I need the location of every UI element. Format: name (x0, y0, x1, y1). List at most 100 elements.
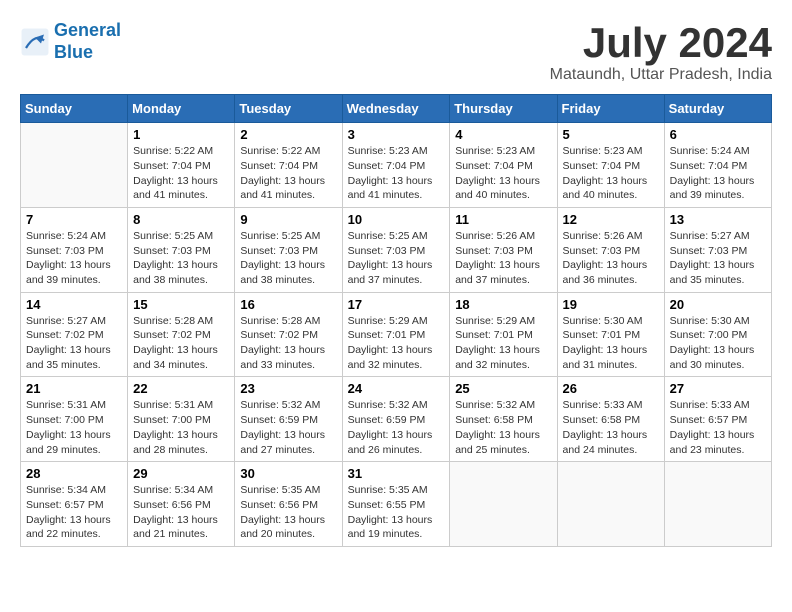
day-info: Sunrise: 5:28 AM Sunset: 7:02 PM Dayligh… (133, 314, 229, 373)
header-monday: Monday (128, 95, 235, 123)
day-number: 21 (26, 381, 122, 396)
day-info: Sunrise: 5:25 AM Sunset: 7:03 PM Dayligh… (133, 229, 229, 288)
calendar-cell: 17 Sunrise: 5:29 AM Sunset: 7:01 PM Dayli… (342, 292, 450, 377)
day-info: Sunrise: 5:32 AM Sunset: 6:59 PM Dayligh… (240, 398, 336, 457)
calendar-week-4: 21 Sunrise: 5:31 AM Sunset: 7:00 PM Dayli… (21, 377, 772, 462)
day-number: 6 (670, 127, 766, 142)
day-number: 20 (670, 297, 766, 312)
day-info: Sunrise: 5:34 AM Sunset: 6:56 PM Dayligh… (133, 483, 229, 542)
day-number: 31 (348, 466, 445, 481)
day-info: Sunrise: 5:35 AM Sunset: 6:55 PM Dayligh… (348, 483, 445, 542)
calendar-cell: 4Sunrise: 5:23 AM Sunset: 7:04 PM Daylig… (450, 123, 557, 208)
calendar-cell: 13Sunrise: 5:27 AM Sunset: 7:03 PM Dayli… (664, 207, 771, 292)
calendar-cell: 14Sunrise: 5:27 AM Sunset: 7:02 PM Dayli… (21, 292, 128, 377)
day-info: Sunrise: 5:34 AM Sunset: 6:57 PM Dayligh… (26, 483, 122, 542)
day-number: 4 (455, 127, 551, 142)
day-info: Sunrise: 5:27 AM Sunset: 7:02 PM Dayligh… (26, 314, 122, 373)
calendar-cell: 12Sunrise: 5:26 AM Sunset: 7:03 PM Dayli… (557, 207, 664, 292)
calendar-cell: 5 Sunrise: 5:23 AM Sunset: 7:04 PM Daylig… (557, 123, 664, 208)
calendar-cell: 27 Sunrise: 5:33 AM Sunset: 6:57 PM Dayli… (664, 377, 771, 462)
calendar-cell: 20 Sunrise: 5:30 AM Sunset: 7:00 PM Dayli… (664, 292, 771, 377)
day-number: 29 (133, 466, 229, 481)
calendar-cell: 24 Sunrise: 5:32 AM Sunset: 6:59 PM Dayli… (342, 377, 450, 462)
logo-text: General Blue (54, 20, 121, 63)
header-saturday: Saturday (664, 95, 771, 123)
calendar-cell (450, 462, 557, 547)
calendar-cell: 22Sunrise: 5:31 AM Sunset: 7:00 PM Dayli… (128, 377, 235, 462)
day-info: Sunrise: 5:35 AM Sunset: 6:56 PM Dayligh… (240, 483, 336, 542)
header-wednesday: Wednesday (342, 95, 450, 123)
day-number: 13 (670, 212, 766, 227)
day-number: 26 (563, 381, 659, 396)
logo: General Blue (20, 20, 121, 63)
day-info: Sunrise: 5:24 AM Sunset: 7:03 PM Dayligh… (26, 229, 122, 288)
calendar-cell: 31 Sunrise: 5:35 AM Sunset: 6:55 PM Dayli… (342, 462, 450, 547)
calendar-cell: 18Sunrise: 5:29 AM Sunset: 7:01 PM Dayli… (450, 292, 557, 377)
day-number: 11 (455, 212, 551, 227)
calendar-cell: 19Sunrise: 5:30 AM Sunset: 7:01 PM Dayli… (557, 292, 664, 377)
logo-line1: General (54, 20, 121, 40)
day-number: 25 (455, 381, 551, 396)
header-sunday: Sunday (21, 95, 128, 123)
day-number: 30 (240, 466, 336, 481)
day-number: 15 (133, 297, 229, 312)
day-info: Sunrise: 5:25 AM Sunset: 7:03 PM Dayligh… (240, 229, 336, 288)
day-number: 3 (348, 127, 445, 142)
calendar-cell: 25 Sunrise: 5:32 AM Sunset: 6:58 PM Dayli… (450, 377, 557, 462)
day-info: Sunrise: 5:32 AM Sunset: 6:59 PM Dayligh… (348, 398, 445, 457)
day-number: 17 (348, 297, 445, 312)
day-info: Sunrise: 5:23 AM Sunset: 7:04 PM Dayligh… (348, 144, 445, 203)
day-number: 8 (133, 212, 229, 227)
calendar-cell: 15 Sunrise: 5:28 AM Sunset: 7:02 PM Dayli… (128, 292, 235, 377)
day-info: Sunrise: 5:30 AM Sunset: 7:00 PM Dayligh… (670, 314, 766, 373)
day-info: Sunrise: 5:22 AM Sunset: 7:04 PM Dayligh… (133, 144, 229, 203)
header-tuesday: Tuesday (235, 95, 342, 123)
day-info: Sunrise: 5:33 AM Sunset: 6:58 PM Dayligh… (563, 398, 659, 457)
day-number: 10 (348, 212, 445, 227)
day-info: Sunrise: 5:32 AM Sunset: 6:58 PM Dayligh… (455, 398, 551, 457)
day-number: 24 (348, 381, 445, 396)
calendar-cell: 26 Sunrise: 5:33 AM Sunset: 6:58 PM Dayli… (557, 377, 664, 462)
day-number: 28 (26, 466, 122, 481)
calendar-cell: 29 Sunrise: 5:34 AM Sunset: 6:56 PM Dayli… (128, 462, 235, 547)
day-number: 1 (133, 127, 229, 142)
calendar-cell: 3 Sunrise: 5:23 AM Sunset: 7:04 PM Daylig… (342, 123, 450, 208)
day-info: Sunrise: 5:26 AM Sunset: 7:03 PM Dayligh… (455, 229, 551, 288)
calendar-week-1: 1 Sunrise: 5:22 AM Sunset: 7:04 PM Daylig… (21, 123, 772, 208)
day-info: Sunrise: 5:25 AM Sunset: 7:03 PM Dayligh… (348, 229, 445, 288)
day-number: 9 (240, 212, 336, 227)
day-number: 2 (240, 127, 336, 142)
calendar-cell: 28 Sunrise: 5:34 AM Sunset: 6:57 PM Dayli… (21, 462, 128, 547)
calendar-cell: 30 Sunrise: 5:35 AM Sunset: 6:56 PM Dayli… (235, 462, 342, 547)
day-info: Sunrise: 5:28 AM Sunset: 7:02 PM Dayligh… (240, 314, 336, 373)
header-thursday: Thursday (450, 95, 557, 123)
calendar-cell: 2 Sunrise: 5:22 AM Sunset: 7:04 PM Daylig… (235, 123, 342, 208)
day-number: 16 (240, 297, 336, 312)
day-number: 19 (563, 297, 659, 312)
logo-icon (20, 27, 50, 57)
location-title: Mataundh, Uttar Pradesh, India (550, 66, 772, 84)
day-info: Sunrise: 5:29 AM Sunset: 7:01 PM Dayligh… (348, 314, 445, 373)
day-number: 27 (670, 381, 766, 396)
day-info: Sunrise: 5:33 AM Sunset: 6:57 PM Dayligh… (670, 398, 766, 457)
calendar-cell: 1 Sunrise: 5:22 AM Sunset: 7:04 PM Daylig… (128, 123, 235, 208)
calendar-week-3: 14Sunrise: 5:27 AM Sunset: 7:02 PM Dayli… (21, 292, 772, 377)
day-info: Sunrise: 5:22 AM Sunset: 7:04 PM Dayligh… (240, 144, 336, 203)
calendar-cell: 7 Sunrise: 5:24 AM Sunset: 7:03 PM Daylig… (21, 207, 128, 292)
calendar-cell (557, 462, 664, 547)
calendar-cell (664, 462, 771, 547)
day-number: 5 (563, 127, 659, 142)
title-block: July 2024 Mataundh, Uttar Pradesh, India (550, 20, 772, 84)
day-number: 7 (26, 212, 122, 227)
calendar-cell: 6 Sunrise: 5:24 AM Sunset: 7:04 PM Daylig… (664, 123, 771, 208)
calendar-cell: 8 Sunrise: 5:25 AM Sunset: 7:03 PM Daylig… (128, 207, 235, 292)
calendar-week-2: 7 Sunrise: 5:24 AM Sunset: 7:03 PM Daylig… (21, 207, 772, 292)
day-number: 23 (240, 381, 336, 396)
logo-line2: Blue (54, 42, 93, 62)
calendar-week-5: 28 Sunrise: 5:34 AM Sunset: 6:57 PM Dayli… (21, 462, 772, 547)
page-header: General Blue July 2024 Mataundh, Uttar P… (20, 20, 772, 84)
day-info: Sunrise: 5:24 AM Sunset: 7:04 PM Dayligh… (670, 144, 766, 203)
day-info: Sunrise: 5:23 AM Sunset: 7:04 PM Dayligh… (563, 144, 659, 203)
day-info: Sunrise: 5:26 AM Sunset: 7:03 PM Dayligh… (563, 229, 659, 288)
day-info: Sunrise: 5:31 AM Sunset: 7:00 PM Dayligh… (133, 398, 229, 457)
